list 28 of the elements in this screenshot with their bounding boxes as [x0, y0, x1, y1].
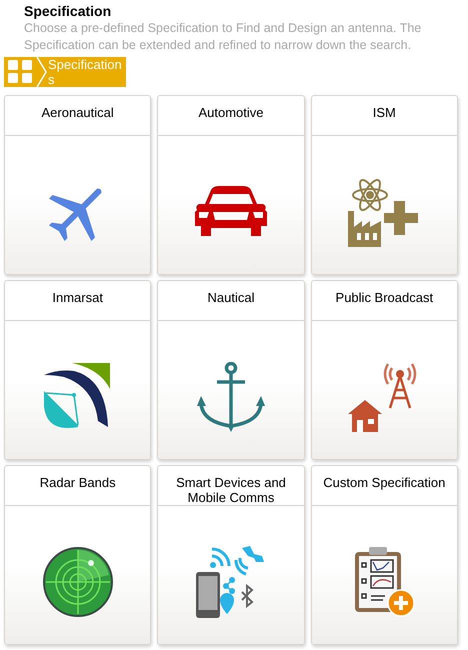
car-icon	[194, 186, 267, 238]
card-label: Aeronautical	[42, 105, 114, 120]
description-text: Choose a pre-defined Specification to Find and Design an antenna. The Specification can be extended and refined to narrow down the search.	[24, 20, 422, 54]
atom-factory-plus-icon	[348, 177, 420, 247]
page-title: Specification	[24, 2, 112, 20]
card-label: Nautical	[208, 290, 254, 305]
specification-card[interactable]: Custom Specification	[310, 465, 458, 645]
card-label: Smart Devices and Mobile Comms	[175, 475, 287, 505]
specification-card[interactable]: Smart Devices and Mobile Comms	[157, 465, 305, 645]
card-label: Automotive	[198, 105, 264, 120]
clipboard-with-plus-icon	[353, 546, 416, 618]
card-label: Public Broadcast	[336, 290, 434, 305]
specification-card[interactable]: Automotive	[157, 95, 305, 275]
radar-icon	[42, 547, 113, 617]
card-label: Radar Bands	[40, 475, 116, 490]
satellite-dish-logo-icon	[44, 363, 112, 431]
phone-and-wireless-icons-drawing	[196, 546, 266, 618]
specification-card[interactable]: Public Broadcast	[310, 280, 458, 460]
chevron-separator-icon	[36, 57, 48, 87]
card-label: Inmarsat	[52, 290, 103, 305]
specification-card[interactable]: ISM	[310, 95, 458, 275]
anchor-icon	[196, 362, 265, 432]
specification-card[interactable]: Radar Bands	[4, 465, 152, 645]
card-label: ISM	[372, 105, 396, 120]
specification-card[interactable]: Aeronautical	[4, 95, 152, 275]
card-label: Custom Specification	[323, 475, 446, 490]
specification-card[interactable]: Inmarsat	[4, 280, 152, 460]
specification-card[interactable]: Nautical	[157, 280, 305, 460]
